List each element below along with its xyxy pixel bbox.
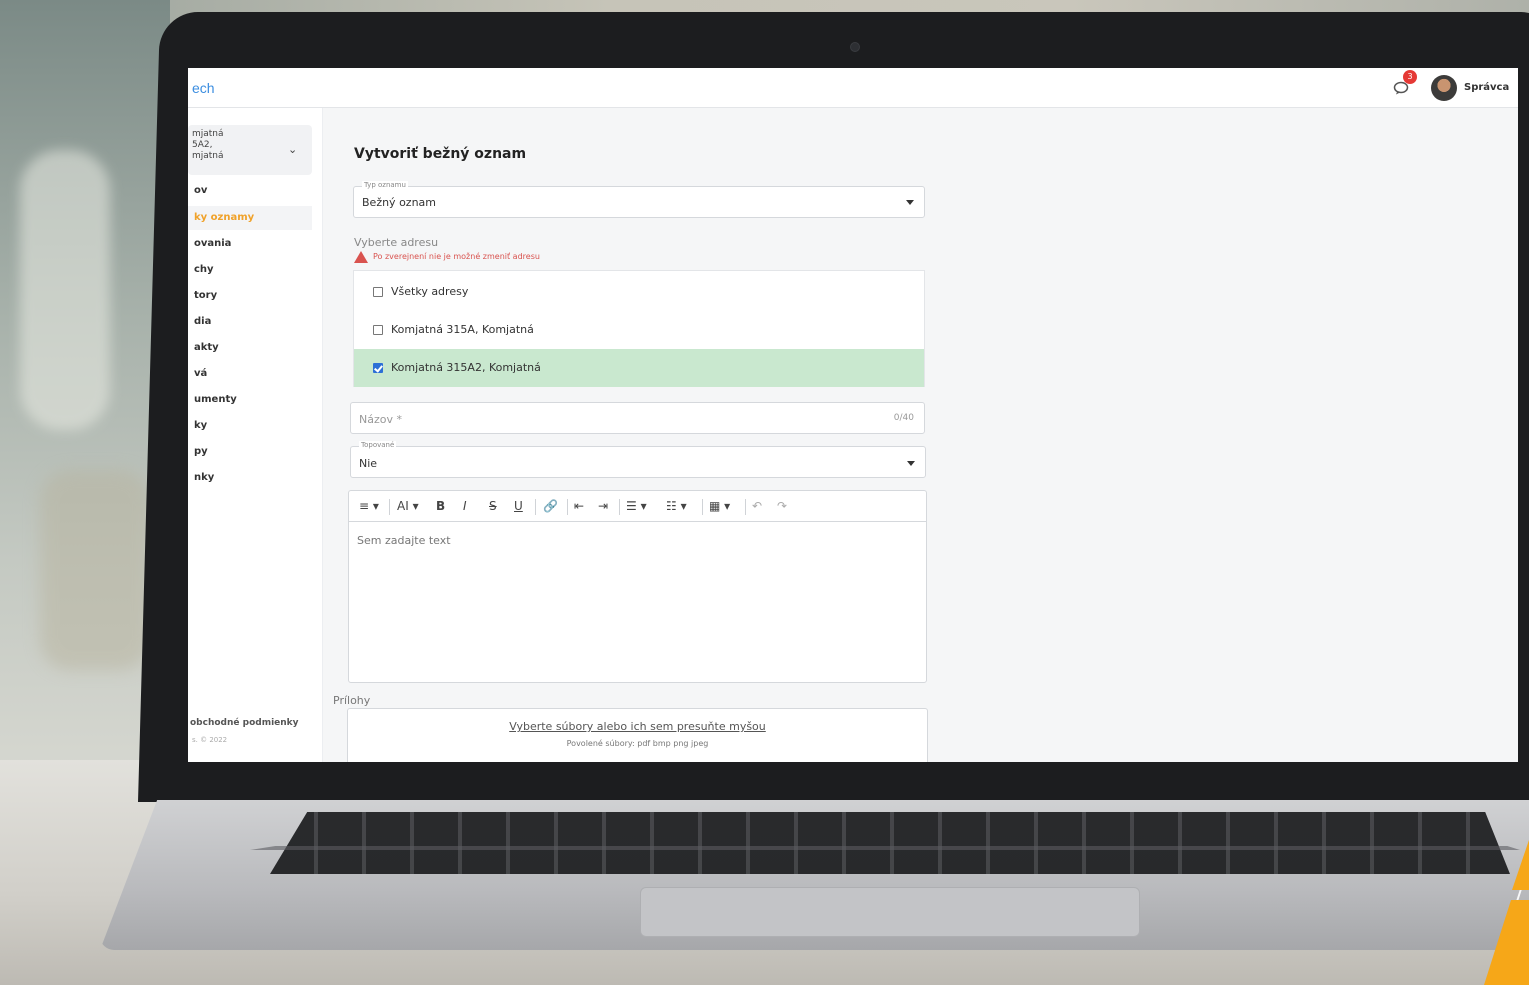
address-selector-line: mjatná xyxy=(192,151,224,161)
indent-icon[interactable]: ⇥ xyxy=(598,499,608,513)
toolbar-separator xyxy=(567,499,568,515)
address-option-label: Komjatná 315A2, Komjatná xyxy=(391,361,541,374)
sidebar-item[interactable]: akty xyxy=(194,342,219,353)
sidebar-item[interactable]: ky xyxy=(194,420,207,431)
checkbox-checked[interactable] xyxy=(373,363,383,373)
address-list: Všetky adresy Komjatná 315A, Komjatná Ko… xyxy=(353,270,925,387)
page-title: Vytvoriť bežný oznam xyxy=(354,146,527,162)
background-blur xyxy=(40,470,150,670)
editor-toolbar: ≡ ▾ AI ▾ B I S U 🔗 ⇤ ⇥ ☰ ▾ ☷ ▾ ▦ ▾ ↶ ↷ xyxy=(348,490,927,522)
toolbar-separator xyxy=(619,499,620,515)
address-heading: Vyberte adresu xyxy=(354,236,439,249)
address-option-label: Všetky adresy xyxy=(391,285,469,298)
sidebar-item[interactable]: umenty xyxy=(194,394,237,405)
toolbar-separator xyxy=(702,499,703,515)
outdent-icon[interactable]: ⇤ xyxy=(574,499,584,513)
bullet-list-icon[interactable]: ☰ ▾ xyxy=(626,499,647,513)
sidebar-item[interactable]: vá xyxy=(194,368,207,379)
notification-badge: 3 xyxy=(1403,70,1417,84)
sidebar-item[interactable]: chy xyxy=(194,264,214,275)
address-option-label: Komjatná 315A, Komjatná xyxy=(391,323,534,336)
underline-icon[interactable]: U xyxy=(514,499,523,513)
copyright: s. © 2022 xyxy=(192,736,228,744)
app-screen: ech 3 Správca mjatná 5A2, mjatná ⌄ ov ky… xyxy=(188,68,1518,762)
chevron-down-icon[interactable]: ⌄ xyxy=(288,143,297,156)
toolbar-separator xyxy=(389,499,390,515)
brand-logo[interactable]: ech xyxy=(192,80,215,96)
address-selector-line: 5A2, xyxy=(192,140,213,150)
numbered-list-icon[interactable]: ☷ ▾ xyxy=(666,499,687,513)
caret-down-icon xyxy=(906,200,914,205)
address-option[interactable]: Komjatná 315A, Komjatná xyxy=(354,311,924,349)
address-selector[interactable]: mjatná 5A2, mjatná ⌄ xyxy=(188,125,312,175)
sidebar-item[interactable]: py xyxy=(194,446,208,457)
attachments-label: Prílohy xyxy=(333,694,371,707)
field-label: Topované xyxy=(359,441,397,449)
terms-link[interactable]: obchodné podmienky xyxy=(190,718,299,728)
address-option-selected[interactable]: Komjatná 315A2, Komjatná xyxy=(354,349,924,387)
announcement-type-select[interactable]: Typ oznamu Bežný oznam xyxy=(353,181,925,218)
strikethrough-icon[interactable]: S xyxy=(489,499,497,513)
file-select-link[interactable]: Vyberte súbory alebo ich sem presuňte my… xyxy=(348,720,927,733)
laptop-keyboard xyxy=(270,812,1510,874)
warning-text: Po zverejnení nie je možné zmeniť adresu xyxy=(373,252,540,261)
checkbox[interactable] xyxy=(373,287,383,297)
keyboard-row xyxy=(250,846,1520,850)
address-selector-line: mjatná xyxy=(192,129,224,139)
link-icon[interactable]: 🔗 xyxy=(543,499,558,513)
top-bar: ech 3 Správca xyxy=(188,68,1518,108)
align-icon[interactable]: ≡ ▾ xyxy=(359,499,379,513)
sidebar-item[interactable]: ov xyxy=(194,185,207,196)
redo-icon[interactable]: ↷ xyxy=(777,499,787,513)
address-option[interactable]: Všetky adresy xyxy=(354,273,924,311)
sidebar: mjatná 5A2, mjatná ⌄ ov ky oznamy ovania… xyxy=(188,108,323,762)
field-value: Bežný oznam xyxy=(362,196,436,209)
sidebar-item[interactable]: dia xyxy=(194,316,211,327)
bold-icon[interactable]: B xyxy=(436,499,445,513)
pinned-select[interactable]: Topované Nie xyxy=(350,441,926,478)
field-value: Nie xyxy=(359,457,378,470)
italic-icon[interactable]: I xyxy=(463,499,467,513)
checkbox[interactable] xyxy=(373,325,383,335)
attachments-dropzone[interactable]: Vyberte súbory alebo ich sem presuňte my… xyxy=(347,708,928,762)
title-placeholder: Názov * xyxy=(359,413,402,426)
field-label: Typ oznamu xyxy=(362,181,408,189)
table-icon[interactable]: ▦ ▾ xyxy=(709,499,730,513)
user-name[interactable]: Správca xyxy=(1464,82,1509,93)
background-blur xyxy=(20,150,110,430)
sidebar-item[interactable]: tory xyxy=(194,290,217,301)
laptop-trackpad xyxy=(640,887,1140,937)
title-input[interactable]: Názov * 0/40 xyxy=(350,402,925,434)
font-size-icon[interactable]: AI ▾ xyxy=(397,499,419,513)
sidebar-item[interactable]: ovania xyxy=(194,238,231,249)
sidebar-item[interactable]: nky xyxy=(194,472,214,483)
avatar[interactable] xyxy=(1431,75,1457,101)
sidebar-item-active[interactable]: ky oznamy xyxy=(194,212,254,223)
editor-placeholder: Sem zadajte text xyxy=(357,534,451,547)
laptop-camera xyxy=(850,42,860,52)
text-editor[interactable]: Sem zadajte text xyxy=(348,521,927,683)
undo-icon[interactable]: ↶ xyxy=(752,499,762,513)
toolbar-separator xyxy=(745,499,746,515)
allowed-file-types: Povolené súbory: pdf bmp png jpeg xyxy=(566,739,709,748)
warning-icon xyxy=(354,251,368,263)
caret-down-icon xyxy=(907,461,915,466)
toolbar-separator xyxy=(535,499,536,515)
char-counter: 0/40 xyxy=(893,413,914,423)
